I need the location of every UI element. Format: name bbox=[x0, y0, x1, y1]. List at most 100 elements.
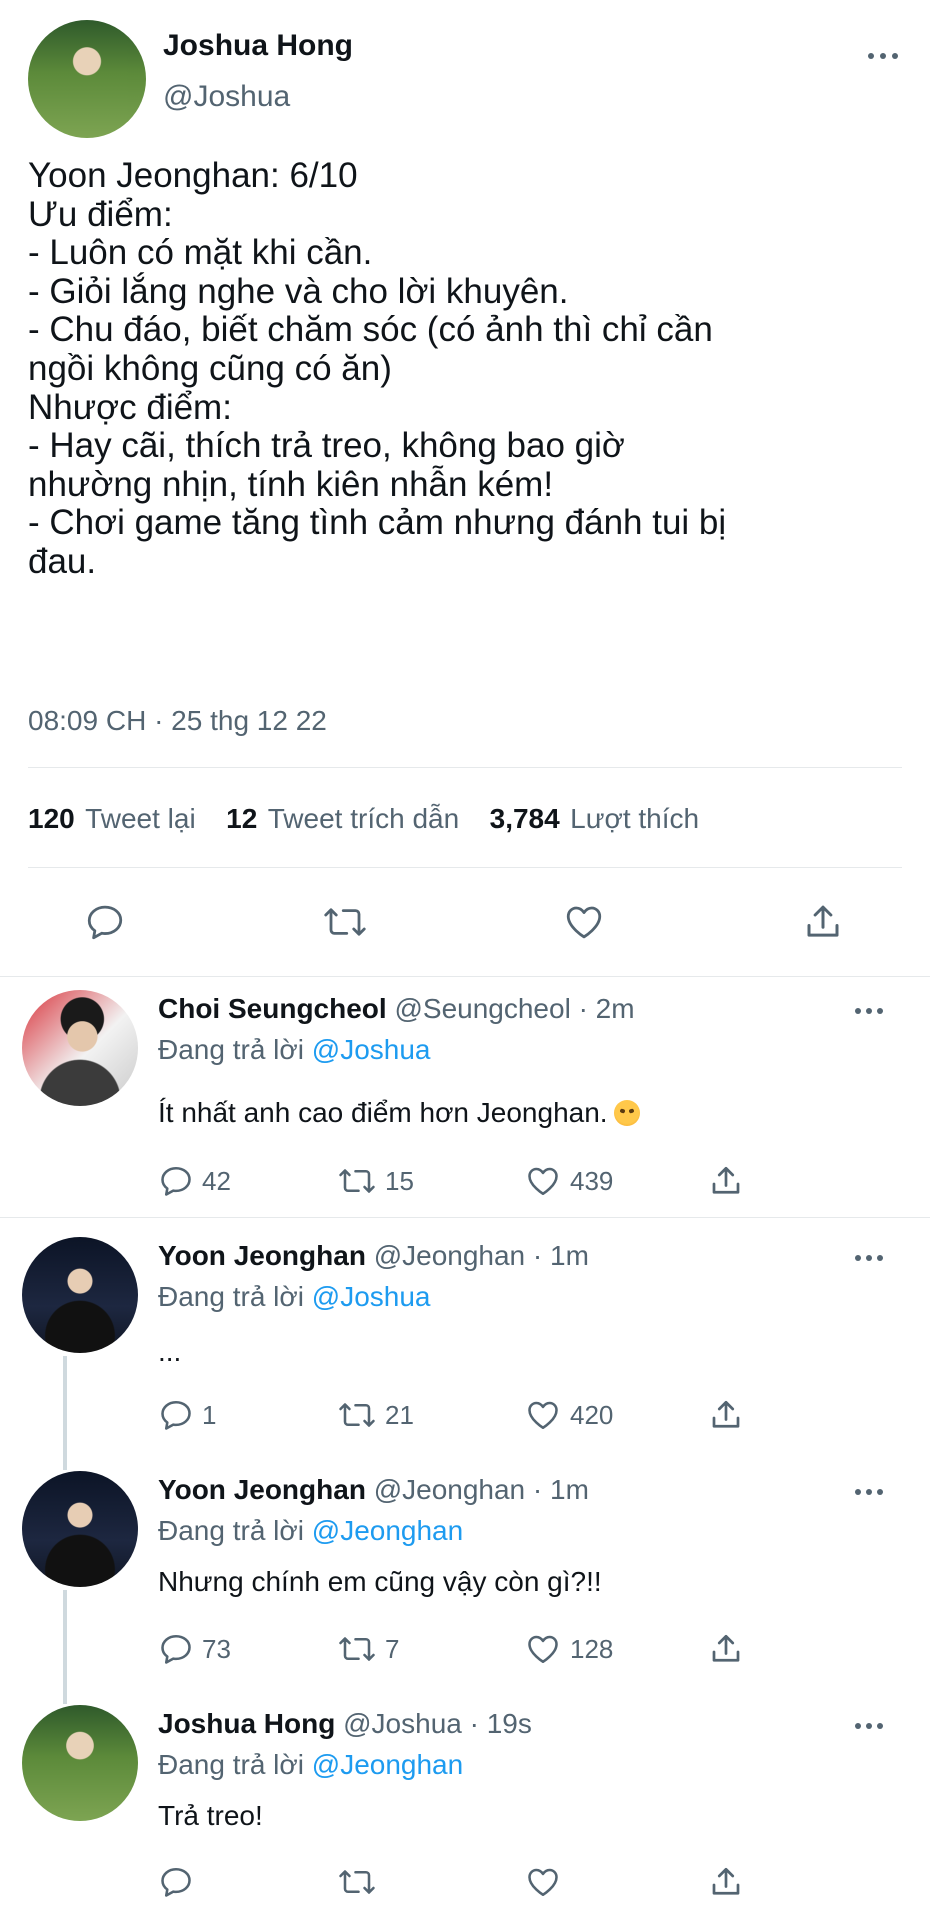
share-button[interactable] bbox=[708, 1864, 744, 1900]
divider bbox=[28, 867, 902, 868]
more-icon[interactable] bbox=[855, 1007, 885, 1015]
replying-to-link[interactable]: @Jeonghan bbox=[312, 1515, 463, 1546]
like-button[interactable]: 439 bbox=[524, 1163, 613, 1199]
reply-text: ... bbox=[158, 1336, 182, 1367]
retweet-count-link[interactable]: 120 Tweet lại bbox=[28, 803, 200, 834]
reply-author-name[interactable]: Joshua Hong bbox=[158, 1708, 335, 1739]
share-button[interactable] bbox=[708, 1631, 744, 1667]
reply-text-line: Ít nhất anh cao điểm hơn Jeonghan. bbox=[158, 1097, 640, 1129]
reply-header: Joshua Hong @Joshua · 19s bbox=[158, 1708, 532, 1740]
reply-header: Yoon Jeonghan @Jeonghan · 1m bbox=[158, 1240, 589, 1272]
share-icon bbox=[712, 1400, 740, 1428]
replying-to: Đang trả lời @Jeonghan bbox=[158, 1515, 463, 1547]
replying-label: Đang trả lời bbox=[158, 1281, 304, 1312]
more-icon[interactable] bbox=[855, 1488, 885, 1496]
replying-to-link[interactable]: @Jeonghan bbox=[312, 1749, 463, 1780]
retweet-label: Tweet lại bbox=[85, 803, 196, 834]
share-button[interactable] bbox=[802, 901, 844, 943]
quote-count-link[interactable]: 12 Tweet trích dẫn bbox=[226, 803, 464, 834]
like-button[interactable]: 128 bbox=[524, 1631, 613, 1667]
like-icon bbox=[528, 1868, 558, 1897]
reply-text: Nhưng chính em cũng vậy còn gì?!! bbox=[158, 1566, 602, 1597]
reply-header: Yoon Jeonghan @Jeonghan · 1m bbox=[158, 1474, 589, 1506]
retweet-icon bbox=[339, 1637, 375, 1661]
more-icon[interactable] bbox=[855, 1254, 885, 1262]
like-count: 420 bbox=[570, 1399, 614, 1430]
like-button[interactable]: 420 bbox=[524, 1397, 613, 1433]
reply-button[interactable] bbox=[84, 901, 126, 943]
thread-line bbox=[63, 1356, 67, 1470]
replying-label: Đang trả lời bbox=[158, 1034, 304, 1065]
divider bbox=[0, 976, 930, 977]
reply-author-name[interactable]: Choi Seungcheol bbox=[158, 993, 387, 1024]
share-icon bbox=[807, 905, 839, 937]
replying-to: Đang trả lời @Jeonghan bbox=[158, 1749, 463, 1781]
like-icon bbox=[528, 1401, 558, 1430]
reply-time[interactable]: · 2m bbox=[579, 993, 635, 1024]
like-button[interactable] bbox=[562, 901, 606, 943]
avatar[interactable] bbox=[22, 1237, 138, 1353]
share-icon bbox=[712, 1634, 740, 1662]
reply-time[interactable]: · 1m bbox=[533, 1474, 589, 1505]
avatar[interactable] bbox=[22, 1705, 138, 1821]
replying-to: Đang trả lời @Joshua bbox=[158, 1034, 430, 1066]
retweet-button[interactable]: 21 bbox=[337, 1397, 414, 1433]
more-icon[interactable] bbox=[868, 52, 898, 60]
author-handle[interactable]: @Joshua bbox=[163, 80, 290, 114]
share-button[interactable] bbox=[708, 1397, 744, 1433]
reply-icon bbox=[87, 905, 123, 940]
replying-to-link[interactable]: @Joshua bbox=[312, 1034, 431, 1065]
author-name[interactable]: Joshua Hong bbox=[163, 29, 353, 63]
retweet-button[interactable]: 7 bbox=[337, 1631, 399, 1667]
reply-author-handle[interactable]: @Joshua bbox=[343, 1708, 462, 1739]
avatar[interactable] bbox=[28, 20, 146, 138]
replying-label: Đang trả lời bbox=[158, 1515, 304, 1546]
retweet-count: 21 bbox=[385, 1399, 414, 1430]
retweet-button[interactable] bbox=[322, 901, 368, 943]
tweet-timestamp[interactable]: 08:09 CH · 25 thg 12 22 bbox=[28, 705, 327, 737]
reply-time[interactable]: · 19s bbox=[470, 1708, 532, 1739]
like-icon bbox=[566, 906, 602, 939]
reply-button[interactable]: 42 bbox=[158, 1163, 231, 1199]
thread-line bbox=[63, 1590, 67, 1704]
reply-author-handle[interactable]: @Jeonghan bbox=[374, 1240, 525, 1271]
like-count: 128 bbox=[570, 1633, 614, 1664]
replying-to-link[interactable]: @Joshua bbox=[312, 1281, 431, 1312]
share-icon bbox=[712, 1166, 740, 1194]
more-icon[interactable] bbox=[855, 1722, 885, 1730]
reply-button[interactable]: 73 bbox=[158, 1631, 231, 1667]
reply-icon bbox=[161, 1166, 191, 1196]
reply-author-name[interactable]: Yoon Jeonghan bbox=[158, 1240, 366, 1271]
reply-time[interactable]: · 1m bbox=[533, 1240, 589, 1271]
retweet-count: 15 bbox=[385, 1165, 414, 1196]
replying-label: Đang trả lời bbox=[158, 1749, 304, 1780]
tweet-stats: 120 Tweet lại 12 Tweet trích dẫn 3,784 L… bbox=[28, 803, 699, 835]
reply-author-handle[interactable]: @Seungcheol bbox=[394, 993, 570, 1024]
share-button[interactable] bbox=[708, 1163, 744, 1199]
like-count: 439 bbox=[570, 1165, 614, 1196]
reply-author-handle[interactable]: @Jeonghan bbox=[374, 1474, 525, 1505]
tweet-text: Yoon Jeonghan: 6/10 Ưu điểm: - Luôn có m… bbox=[28, 156, 727, 581]
like-button[interactable] bbox=[524, 1864, 570, 1900]
reply-count: 42 bbox=[202, 1165, 231, 1196]
avatar[interactable] bbox=[22, 990, 138, 1106]
like-count: 3,784 bbox=[489, 803, 560, 834]
retweet-button[interactable]: 15 bbox=[337, 1163, 414, 1199]
quote-label: Tweet trích dẫn bbox=[267, 803, 460, 834]
angry-face-icon bbox=[613, 1100, 640, 1126]
like-icon bbox=[528, 1635, 558, 1664]
reply-icon bbox=[161, 1400, 191, 1430]
reply-button[interactable] bbox=[158, 1864, 202, 1900]
avatar[interactable] bbox=[22, 1471, 138, 1587]
like-label: Lượt thích bbox=[570, 803, 700, 834]
quote-count: 12 bbox=[226, 803, 258, 834]
reply-button[interactable]: 1 bbox=[158, 1397, 216, 1433]
reply-count: 1 bbox=[202, 1399, 217, 1430]
retweet-icon bbox=[339, 1169, 375, 1193]
retweet-icon bbox=[339, 1870, 375, 1894]
divider bbox=[28, 767, 902, 768]
retweet-button[interactable] bbox=[337, 1864, 385, 1900]
reply-count: 73 bbox=[202, 1633, 231, 1664]
like-count-link[interactable]: 3,784 Lượt thích bbox=[490, 803, 699, 834]
reply-author-name[interactable]: Yoon Jeonghan bbox=[158, 1474, 366, 1505]
